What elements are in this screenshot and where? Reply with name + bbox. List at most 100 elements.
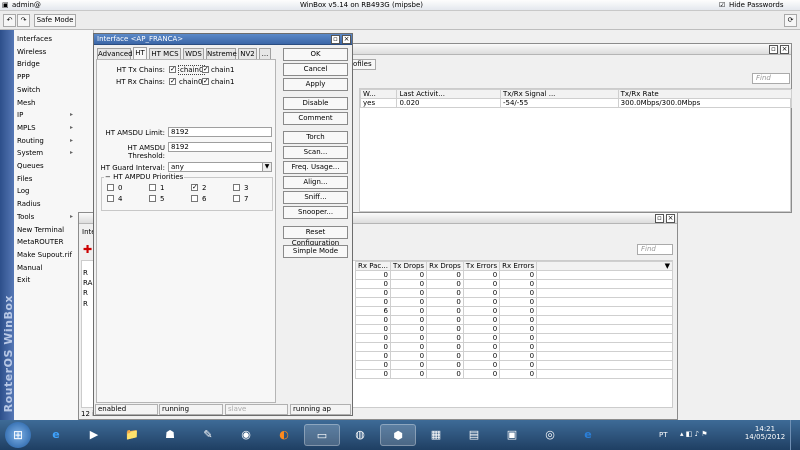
- torch-button[interactable]: Torch: [283, 131, 348, 144]
- rx-chain1-checkbox[interactable]: ✓: [202, 78, 209, 85]
- find-input[interactable]: Find: [637, 244, 673, 255]
- comment-button[interactable]: Comment: [283, 112, 348, 125]
- tx-chain1-checkbox[interactable]: ✓: [202, 66, 209, 73]
- sidebar-item-interfaces[interactable]: Interfaces: [17, 33, 93, 45]
- column-header[interactable]: Tx/Rx Rate: [617, 89, 793, 99]
- sidebar-item-ip[interactable]: IP ▸: [17, 109, 93, 121]
- table-row[interactable]: 00000: [355, 270, 673, 280]
- table-row[interactable]: 00000: [355, 297, 673, 307]
- sidebar-item-routing[interactable]: Routing ▸: [17, 135, 93, 147]
- column-header[interactable]: Tx Errors: [462, 261, 501, 271]
- column-header[interactable]: Last Activit...: [396, 89, 501, 99]
- tab-nv2[interactable]: NV2: [238, 48, 257, 59]
- simple-mode-button[interactable]: Simple Mode: [283, 245, 348, 258]
- scan-button[interactable]: Scan...: [283, 146, 348, 159]
- tab-wds[interactable]: WDS: [183, 48, 204, 59]
- table-row[interactable]: 00000: [355, 360, 673, 370]
- restore-icon[interactable]: ▫: [769, 45, 778, 54]
- column-header[interactable]: Rx Pac...: [355, 261, 391, 271]
- safari-icon[interactable]: ◍: [342, 424, 378, 446]
- tab-nstreme[interactable]: Nstreme: [206, 48, 237, 59]
- dialog-titlebar[interactable]: Interface <AP_FRANCA> ▫ ×: [94, 34, 352, 45]
- sniff-button[interactable]: Sniff...: [283, 191, 348, 204]
- media-player-icon[interactable]: ▶: [76, 424, 112, 446]
- refresh-button[interactable]: ⟳: [784, 14, 797, 27]
- table-row[interactable]: 00000: [355, 333, 673, 343]
- disable-button[interactable]: Disable: [283, 97, 348, 110]
- wireless-window-titlebar[interactable]: ▫ ×: [344, 44, 791, 55]
- chrome-icon[interactable]: ◉: [228, 424, 264, 446]
- table-row[interactable]: 00000: [355, 369, 673, 379]
- table-row[interactable]: yes 0.020 -54/-55 300.0Mbps/300.0Mbps: [359, 98, 793, 108]
- firefox-icon[interactable]: ◐: [266, 424, 302, 446]
- hide-passwords-checkbox[interactable]: ☑: [719, 1, 725, 9]
- priority-6-checkbox[interactable]: [191, 195, 198, 202]
- sidebar-item-system[interactable]: System ▸: [17, 147, 93, 159]
- network-monitor-icon[interactable]: ▦: [418, 424, 454, 446]
- tx-chain0-checkbox[interactable]: ✓: [169, 66, 176, 73]
- reset-configuration-button[interactable]: Reset Configuration: [283, 226, 348, 247]
- network-icon[interactable]: ☗: [152, 424, 188, 446]
- internet-explorer-2-icon[interactable]: e: [570, 424, 606, 446]
- table-row[interactable]: 00000: [355, 351, 673, 361]
- priority-2-checkbox[interactable]: ✓: [191, 184, 198, 191]
- sidebar-item-mesh[interactable]: Mesh: [17, 97, 93, 109]
- tray-icons[interactable]: ▴ ◧ ♪ ⚑: [680, 430, 708, 438]
- column-header[interactable]: Rx Drops: [426, 261, 464, 271]
- tab-ht[interactable]: HT: [133, 47, 147, 59]
- sidebar-item-switch[interactable]: Switch: [17, 84, 93, 96]
- align-button[interactable]: Align...: [283, 176, 348, 189]
- ht-amsdu-threshold-input[interactable]: 8192: [168, 142, 272, 152]
- close-icon[interactable]: ×: [342, 35, 351, 44]
- close-icon[interactable]: ×: [780, 45, 789, 54]
- ht-amsdu-limit-input[interactable]: 8192: [168, 127, 272, 137]
- paint-icon[interactable]: ✎: [190, 424, 226, 446]
- safe-mode-button[interactable]: Safe Mode: [34, 14, 76, 27]
- winbox-icon[interactable]: ⬢: [380, 424, 416, 446]
- restore-icon[interactable]: ▫: [655, 214, 664, 223]
- table-row[interactable]: 00000: [355, 288, 673, 298]
- apply-button[interactable]: Apply: [283, 78, 348, 91]
- terminal-icon[interactable]: ▭: [304, 424, 340, 446]
- snooper-button[interactable]: Snooper...: [283, 206, 348, 219]
- priority-3-checkbox[interactable]: [233, 184, 240, 191]
- column-header[interactable]: Tx/Rx Signal ...: [499, 89, 619, 99]
- ht-guard-interval-select[interactable]: any ▼: [168, 162, 272, 172]
- find-input[interactable]: Find: [752, 73, 790, 84]
- internet-explorer-icon[interactable]: e: [38, 424, 74, 446]
- tab-more[interactable]: ...: [259, 48, 271, 59]
- sidebar-item-ppp[interactable]: PPP: [17, 71, 93, 83]
- add-icon[interactable]: ✚: [83, 243, 92, 256]
- ok-button[interactable]: OK: [283, 48, 348, 61]
- undo-button[interactable]: ↶: [3, 14, 16, 27]
- column-header[interactable]: Rx Errors: [499, 261, 538, 271]
- column-menu-icon[interactable]: ▼: [536, 261, 673, 271]
- table-row[interactable]: 00000: [355, 315, 673, 325]
- start-button[interactable]: ⊞: [5, 422, 31, 448]
- table-row[interactable]: 00000: [355, 342, 673, 352]
- show-desktop-button[interactable]: [790, 420, 800, 450]
- sidebar-item-mpls[interactable]: MPLS ▸: [17, 122, 93, 134]
- monitor-icon[interactable]: ▣: [494, 424, 530, 446]
- sidebar-item-wireless[interactable]: Wireless: [17, 46, 93, 58]
- dropdown-arrow-icon[interactable]: ▼: [262, 163, 271, 171]
- sidebar-item-queues[interactable]: Queues: [17, 160, 93, 172]
- restore-icon[interactable]: ▫: [331, 35, 340, 44]
- priority-4-checkbox[interactable]: [107, 195, 114, 202]
- close-icon[interactable]: ×: [666, 214, 675, 223]
- priority-1-checkbox[interactable]: [149, 184, 156, 191]
- collapse-icon[interactable]: −: [105, 173, 111, 181]
- clock[interactable]: 14:21 14/05/2012: [744, 425, 786, 441]
- display-icon[interactable]: ▤: [456, 424, 492, 446]
- priority-5-checkbox[interactable]: [149, 195, 156, 202]
- sidebar-item-files[interactable]: Files: [17, 173, 93, 185]
- cancel-button[interactable]: Cancel: [283, 63, 348, 76]
- sidebar-item-bridge[interactable]: Bridge: [17, 58, 93, 70]
- redo-button[interactable]: ↷: [17, 14, 30, 27]
- priority-0-checkbox[interactable]: [107, 184, 114, 191]
- table-row[interactable]: 60000: [355, 306, 673, 316]
- sidebar-item-radius[interactable]: Radius: [17, 198, 93, 210]
- folder-icon[interactable]: 📁: [114, 424, 150, 446]
- language-indicator[interactable]: PT: [659, 431, 668, 439]
- priority-7-checkbox[interactable]: [233, 195, 240, 202]
